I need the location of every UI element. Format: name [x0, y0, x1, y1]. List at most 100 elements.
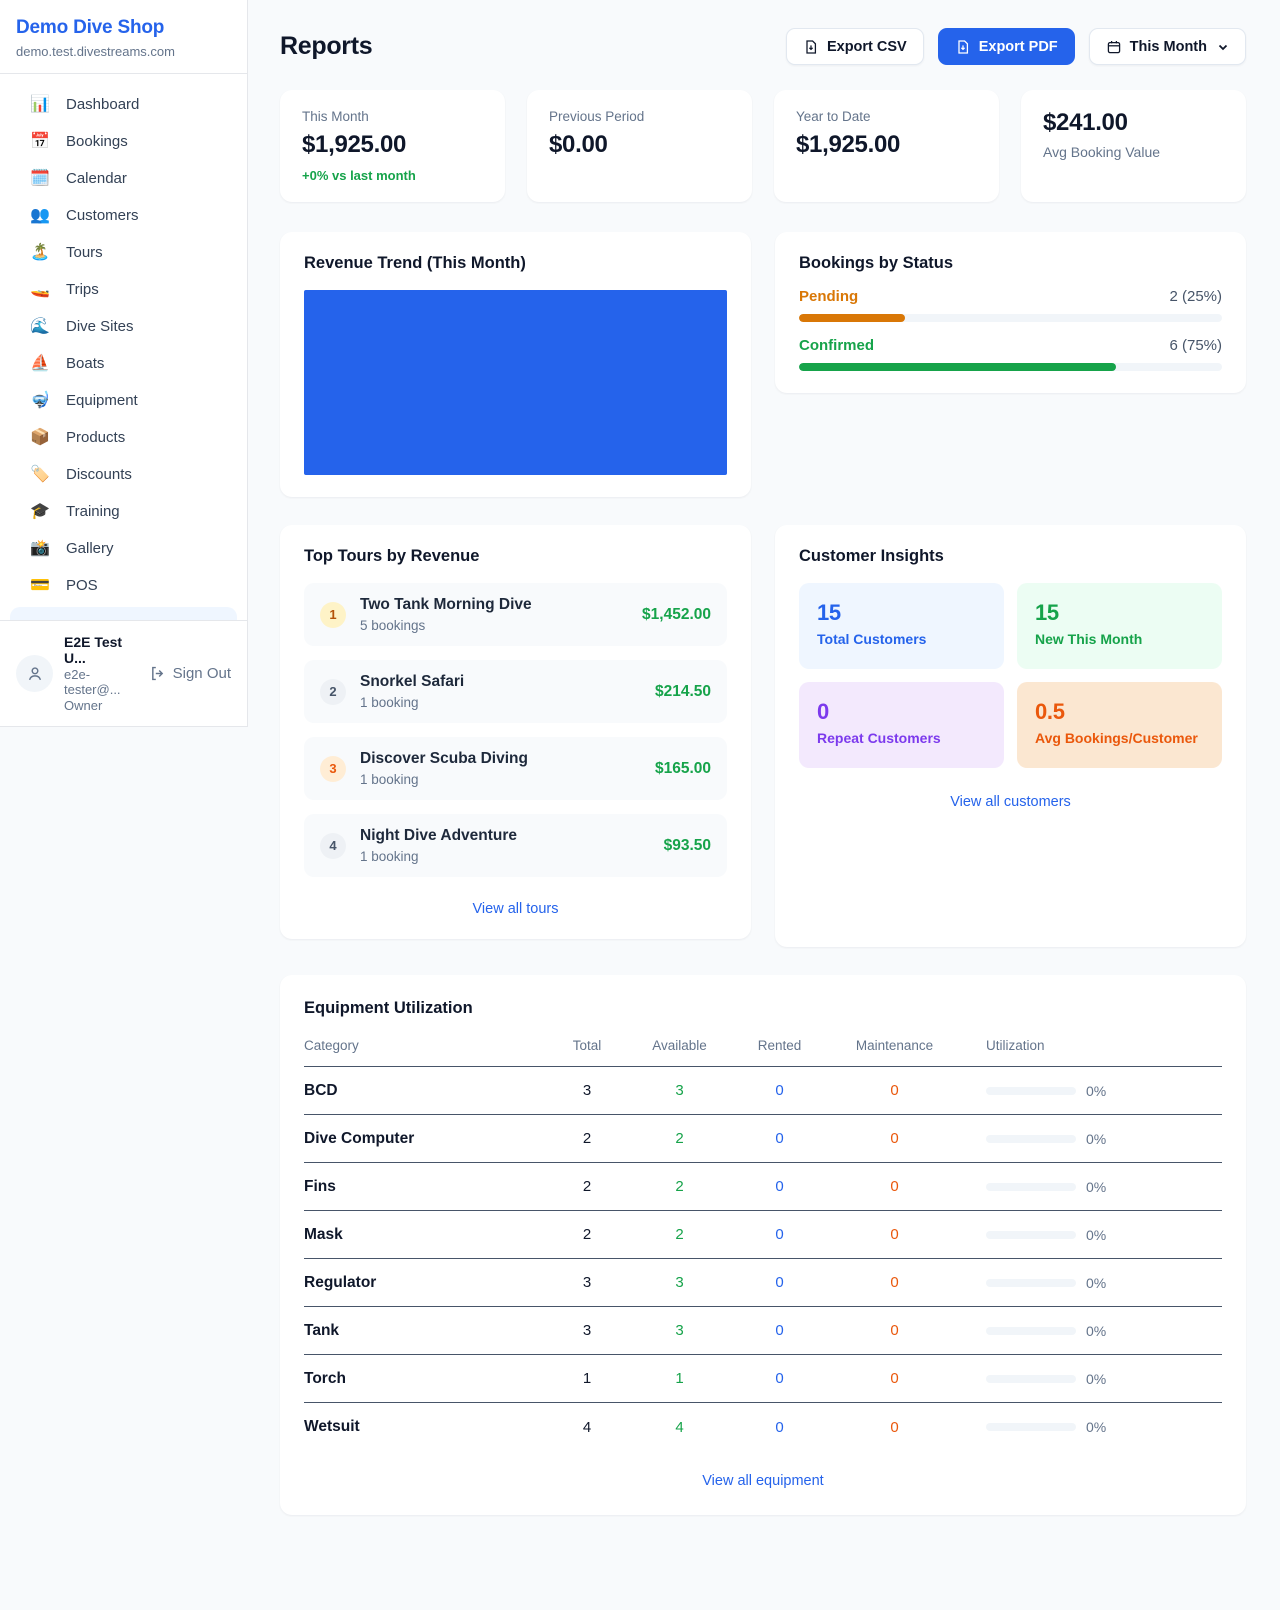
cell-utilization: 0% [962, 1371, 1222, 1387]
tour-name: Discover Scuba Diving [360, 750, 528, 768]
tour-bookings: 1 booking [360, 695, 464, 710]
tour-revenue: $214.50 [655, 683, 711, 701]
column-header-category: Category [304, 1038, 547, 1053]
chevron-down-icon [1217, 41, 1229, 53]
period-selector[interactable]: This Month [1089, 28, 1246, 65]
insight-label: Repeat Customers [817, 730, 986, 746]
sidebar-item-trips[interactable]: 🚤Trips [10, 271, 237, 308]
sidebar-item-dashboard[interactable]: 📊Dashboard [10, 86, 237, 123]
discounts-icon: 🏷️ [30, 467, 50, 483]
cell-available: 3 [627, 1274, 732, 1291]
export-csv-button[interactable]: Export CSV [786, 28, 924, 65]
cell-maintenance: 0 [827, 1082, 962, 1099]
cell-total: 3 [547, 1082, 627, 1099]
sidebar-item-label: Calendar [66, 170, 127, 187]
table-row: Regulator33000% [304, 1259, 1222, 1307]
column-header-maintenance: Maintenance [827, 1038, 962, 1053]
cell-rented: 0 [732, 1178, 827, 1195]
cell-rented: 0 [732, 1130, 827, 1147]
stat-value: $0.00 [549, 131, 730, 159]
status-bar-track [799, 314, 1222, 322]
cell-total: 1 [547, 1370, 627, 1387]
charts-row: Revenue Trend (This Month) Bookings by S… [280, 232, 1246, 497]
customer-insights-title: Customer Insights [799, 547, 1222, 566]
tour-revenue: $165.00 [655, 760, 711, 778]
user-footer: E2E Test U... e2e-tester@... Owner Sign … [0, 620, 247, 726]
status-bar-track [799, 363, 1222, 371]
cell-rented: 0 [732, 1322, 827, 1339]
sign-out-label: Sign Out [173, 665, 231, 682]
cell-available: 3 [627, 1082, 732, 1099]
utilization-bar [986, 1183, 1076, 1191]
cell-category: BCD [304, 1082, 547, 1100]
shop-name: Demo Dive Shop [16, 17, 231, 39]
user-email: e2e-tester@... [64, 667, 138, 697]
insight-tiles: 15Total Customers15New This Month0Repeat… [799, 583, 1222, 768]
utilization-percent: 0% [1086, 1179, 1106, 1195]
equipment-utilization-card: Equipment Utilization CategoryTotalAvail… [280, 975, 1246, 1515]
cell-maintenance: 0 [827, 1130, 962, 1147]
sidebar-item-gallery[interactable]: 📸Gallery [10, 530, 237, 567]
utilization-percent: 0% [1086, 1131, 1106, 1147]
view-all-equipment-link[interactable]: View all equipment [304, 1473, 1222, 1489]
view-all-customers-link[interactable]: View all customers [799, 794, 1222, 810]
revenue-trend-chart [304, 290, 727, 475]
user-info: E2E Test U... e2e-tester@... Owner [64, 634, 138, 713]
utilization-bar [986, 1087, 1076, 1095]
cell-available: 2 [627, 1226, 732, 1243]
table-row: Tank33000% [304, 1307, 1222, 1355]
insight-value: 0 [817, 699, 986, 725]
export-pdf-button[interactable]: Export PDF [938, 28, 1075, 65]
utilization-percent: 0% [1086, 1227, 1106, 1243]
stat-cards: This Month$1,925.00+0% vs last monthPrev… [280, 90, 1246, 202]
boats-icon: ⛵ [30, 356, 50, 372]
revenue-trend-title: Revenue Trend (This Month) [304, 254, 727, 273]
sign-out-button[interactable]: Sign Out [149, 665, 231, 682]
stat-label: Previous Period [549, 109, 730, 124]
utilization-bar [986, 1135, 1076, 1143]
main-content: Reports Export CSV Export PDF This Month [248, 0, 1280, 1555]
sidebar-item-label: Training [66, 503, 120, 520]
equipment-icon: 🤿 [30, 393, 50, 409]
sidebar-item-bookings[interactable]: 📅Bookings [10, 123, 237, 160]
equipment-table-body: BCD33000%Dive Computer22000%Fins22000%Ma… [304, 1067, 1222, 1451]
sidebar-item-calendar[interactable]: 🗓️Calendar [10, 160, 237, 197]
view-all-tours-link[interactable]: View all tours [304, 901, 727, 917]
status-rows: Pending2 (25%)Confirmed6 (75%) [799, 288, 1222, 371]
utilization-bar [986, 1375, 1076, 1383]
user-name: E2E Test U... [64, 634, 138, 666]
rank-badge: 4 [320, 833, 346, 859]
sidebar-item-discounts[interactable]: 🏷️Discounts [10, 456, 237, 493]
stat-label: Avg Booking Value [1043, 144, 1224, 160]
tour-list: 1Two Tank Morning Dive5 bookings$1,452.0… [304, 583, 727, 877]
utilization-percent: 0% [1086, 1275, 1106, 1291]
tour-bookings: 1 booking [360, 849, 517, 864]
utilization-bar [986, 1327, 1076, 1335]
cell-rented: 0 [732, 1082, 827, 1099]
cell-total: 2 [547, 1226, 627, 1243]
sidebar-item-products[interactable]: 📦Products [10, 419, 237, 456]
sidebar-item-pos[interactable]: 💳POS [10, 567, 237, 604]
status-count: 6 (75%) [1169, 337, 1222, 354]
stat-card-avg-booking-value: $241.00Avg Booking Value [1021, 90, 1246, 202]
utilization-bar [986, 1279, 1076, 1287]
sidebar-item-training[interactable]: 🎓Training [10, 493, 237, 530]
sidebar-item-reports-partial[interactable] [10, 607, 237, 620]
sidebar-item-tours[interactable]: 🏝️Tours [10, 234, 237, 271]
table-row: Torch11000% [304, 1355, 1222, 1403]
tours-icon: 🏝️ [30, 245, 50, 261]
insight-tile-total-customers: 15Total Customers [799, 583, 1004, 669]
stat-value: $1,925.00 [796, 131, 977, 159]
sidebar-item-equipment[interactable]: 🤿Equipment [10, 382, 237, 419]
cell-utilization: 0% [962, 1323, 1222, 1339]
cell-rented: 0 [732, 1419, 827, 1436]
utilization-percent: 0% [1086, 1371, 1106, 1387]
status-count: 2 (25%) [1169, 288, 1222, 305]
person-icon [26, 665, 44, 683]
status-label: Pending [799, 288, 858, 305]
equipment-utilization-title: Equipment Utilization [304, 999, 1222, 1018]
sidebar-item-label: Gallery [66, 540, 114, 557]
sidebar-item-boats[interactable]: ⛵Boats [10, 345, 237, 382]
sidebar-item-dive-sites[interactable]: 🌊Dive Sites [10, 308, 237, 345]
sidebar-item-customers[interactable]: 👥Customers [10, 197, 237, 234]
